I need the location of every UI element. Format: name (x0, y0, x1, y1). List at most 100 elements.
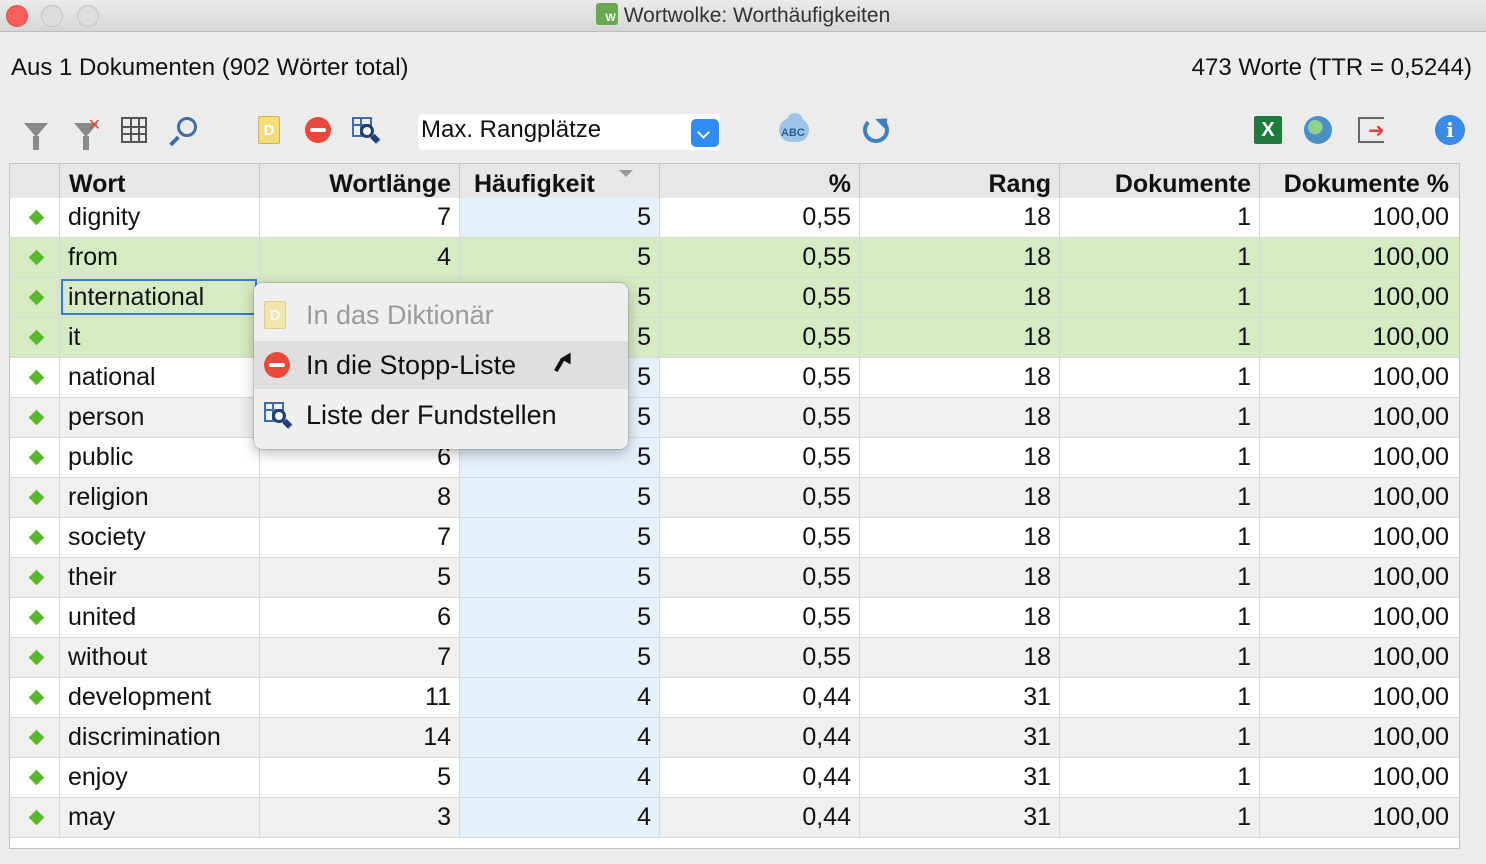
cell-freq[interactable]: 5 (460, 638, 660, 677)
table-row[interactable]: may 3 4 0,44 31 1 100,00 (10, 798, 1459, 838)
cell-pct[interactable]: 0,44 (660, 718, 860, 757)
cell-pct[interactable]: 0,55 (660, 558, 860, 597)
cell-rank[interactable]: 18 (860, 318, 1060, 357)
cell-word[interactable]: their (60, 558, 260, 597)
cell-length[interactable]: 14 (260, 718, 460, 757)
table-row[interactable]: national 5 0,55 18 1 100,00 (10, 358, 1459, 398)
cell-rank[interactable]: 18 (860, 558, 1060, 597)
cell-length[interactable]: 7 (260, 198, 460, 237)
menu-item-find-occurrences[interactable]: Liste der Fundstellen (254, 391, 628, 439)
cell-docs-pct[interactable]: 100,00 (1260, 798, 1459, 837)
add-to-stop-list-button[interactable] (302, 114, 334, 146)
cell-freq[interactable]: 5 (460, 478, 660, 517)
cell-freq[interactable]: 4 (460, 758, 660, 797)
table-row[interactable]: person 5 0,55 18 1 100,00 (10, 398, 1459, 438)
cell-pct[interactable]: 0,55 (660, 398, 860, 437)
cell-freq[interactable]: 5 (460, 198, 660, 237)
table-row[interactable]: from 4 5 0,55 18 1 100,00 (10, 238, 1459, 278)
cell-rank[interactable]: 18 (860, 238, 1060, 277)
cell-length[interactable]: 6 (260, 598, 460, 637)
table-row[interactable]: enjoy 5 4 0,44 31 1 100,00 (10, 758, 1459, 798)
cell-docs[interactable]: 1 (1060, 278, 1260, 317)
cell-freq[interactable]: 4 (460, 798, 660, 837)
search-button[interactable] (168, 114, 200, 146)
table-row[interactable]: development 11 4 0,44 31 1 100,00 (10, 678, 1459, 718)
cell-docs-pct[interactable]: 100,00 (1260, 358, 1459, 397)
cell-rank[interactable]: 31 (860, 758, 1060, 797)
filter-button[interactable] (20, 114, 52, 150)
cell-pct[interactable]: 0,55 (660, 358, 860, 397)
cell-length[interactable]: 4 (260, 238, 460, 277)
cell-pct[interactable]: 0,44 (660, 758, 860, 797)
table-row[interactable]: without 7 5 0,55 18 1 100,00 (10, 638, 1459, 678)
cell-freq[interactable]: 4 (460, 678, 660, 717)
table-row[interactable]: united 6 5 0,55 18 1 100,00 (10, 598, 1459, 638)
cell-word[interactable]: it (60, 318, 260, 357)
cell-word[interactable]: may (60, 798, 260, 837)
add-to-dictionary-button[interactable]: D (253, 114, 285, 146)
cell-word[interactable]: dignity (60, 198, 260, 237)
cell-docs-pct[interactable]: 100,00 (1260, 278, 1459, 317)
cell-docs[interactable]: 1 (1060, 718, 1260, 757)
cell-docs[interactable]: 1 (1060, 558, 1260, 597)
cell-docs-pct[interactable]: 100,00 (1260, 318, 1459, 357)
cell-rank[interactable]: 18 (860, 358, 1060, 397)
cell-word[interactable]: without (60, 638, 260, 677)
cell-pct[interactable]: 0,55 (660, 238, 860, 277)
table-row[interactable]: their 5 5 0,55 18 1 100,00 (10, 558, 1459, 598)
cell-rank[interactable]: 18 (860, 278, 1060, 317)
cell-docs[interactable]: 1 (1060, 518, 1260, 557)
cell-rank[interactable]: 18 (860, 478, 1060, 517)
columns-button[interactable] (118, 114, 150, 146)
cell-freq[interactable]: 4 (460, 718, 660, 757)
cell-length[interactable]: 3 (260, 798, 460, 837)
cell-docs[interactable]: 1 (1060, 318, 1260, 357)
dropdown-icon[interactable] (691, 119, 719, 147)
cell-docs[interactable]: 1 (1060, 478, 1260, 517)
clear-filter-button[interactable]: ✕ (70, 114, 102, 150)
cell-freq[interactable]: 5 (460, 518, 660, 557)
menu-item-add-to-stop-list[interactable]: In die Stopp-Liste (254, 341, 628, 389)
cell-docs-pct[interactable]: 100,00 (1260, 598, 1459, 637)
cell-rank[interactable]: 18 (860, 438, 1060, 477)
cell-docs[interactable]: 1 (1060, 398, 1260, 437)
table-row[interactable]: dignity 7 5 0,55 18 1 100,00 (10, 198, 1459, 238)
cell-freq[interactable]: 5 (460, 558, 660, 597)
rank-select[interactable]: Max. Rangplätze (418, 114, 720, 150)
cell-docs-pct[interactable]: 100,00 (1260, 718, 1459, 757)
table-row[interactable]: it 5 0,55 18 1 100,00 (10, 318, 1459, 358)
cell-docs[interactable]: 1 (1060, 638, 1260, 677)
cell-docs-pct[interactable]: 100,00 (1260, 438, 1459, 477)
cell-pct[interactable]: 0,55 (660, 318, 860, 357)
cell-pct[interactable]: 0,55 (660, 638, 860, 677)
cell-word[interactable]: person (60, 398, 260, 437)
cell-pct[interactable]: 0,55 (660, 478, 860, 517)
cell-pct[interactable]: 0,55 (660, 278, 860, 317)
cell-docs[interactable]: 1 (1060, 438, 1260, 477)
cell-docs-pct[interactable]: 100,00 (1260, 638, 1459, 677)
cell-docs-pct[interactable]: 100,00 (1260, 758, 1459, 797)
cell-rank[interactable]: 31 (860, 798, 1060, 837)
cell-word[interactable]: public (60, 438, 260, 477)
cell-pct[interactable]: 0,55 (660, 518, 860, 557)
cell-length[interactable]: 11 (260, 678, 460, 717)
cell-docs-pct[interactable]: 100,00 (1260, 238, 1459, 277)
cell-docs[interactable]: 1 (1060, 678, 1260, 717)
cell-word[interactable]: international (60, 278, 260, 317)
find-occurrences-button[interactable] (350, 114, 382, 146)
cell-rank[interactable]: 31 (860, 718, 1060, 757)
cell-docs-pct[interactable]: 100,00 (1260, 558, 1459, 597)
cell-length[interactable]: 7 (260, 638, 460, 677)
cell-docs-pct[interactable]: 100,00 (1260, 678, 1459, 717)
menu-item-add-to-dictionary[interactable]: D In das Diktionär (254, 291, 628, 339)
cell-docs[interactable]: 1 (1060, 798, 1260, 837)
cell-word[interactable]: national (60, 358, 260, 397)
table-row[interactable]: public 6 5 0,55 18 1 100,00 (10, 438, 1459, 478)
cell-docs[interactable]: 1 (1060, 358, 1260, 397)
word-cloud-button[interactable]: ABC (777, 113, 809, 146)
cell-pct[interactable]: 0,44 (660, 678, 860, 717)
cell-pct[interactable]: 0,55 (660, 598, 860, 637)
info-button[interactable]: i (1434, 114, 1466, 146)
cell-length[interactable]: 8 (260, 478, 460, 517)
cell-word[interactable]: development (60, 678, 260, 717)
